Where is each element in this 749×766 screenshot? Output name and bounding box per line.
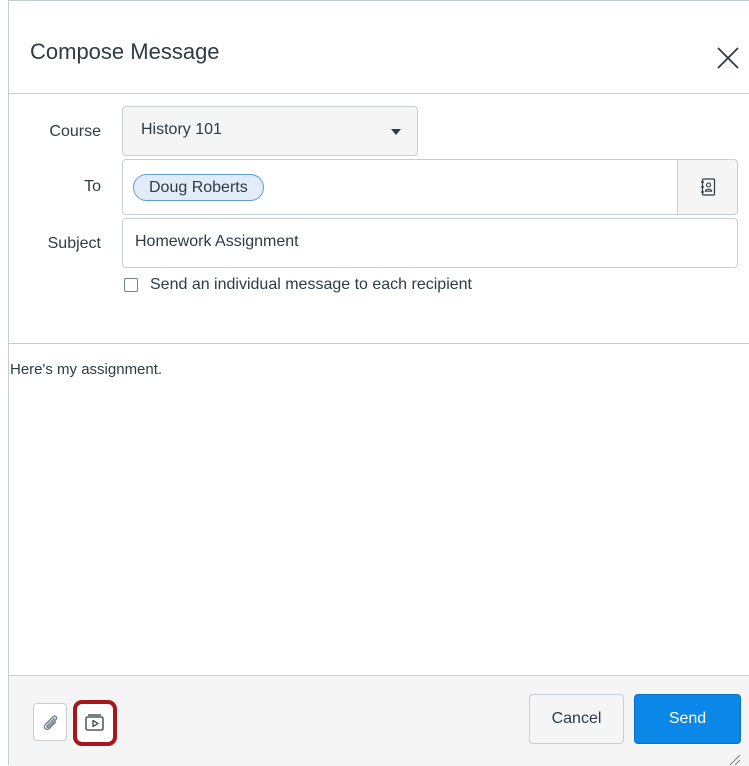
subject-input[interactable]: Homework Assignment bbox=[122, 218, 738, 268]
chevron-down-icon bbox=[391, 129, 401, 135]
address-book-icon bbox=[701, 178, 716, 196]
address-book-button[interactable] bbox=[677, 159, 738, 215]
to-label: To bbox=[84, 178, 101, 195]
dialog-title: Compose Message bbox=[30, 39, 220, 64]
attach-file-button[interactable] bbox=[33, 703, 67, 741]
media-comment-button[interactable] bbox=[73, 700, 117, 746]
close-icon[interactable] bbox=[716, 46, 740, 70]
message-body[interactable]: Here's my assignment. bbox=[10, 361, 162, 378]
resize-handle-icon[interactable] bbox=[728, 755, 740, 765]
subject-value: Homework Assignment bbox=[135, 233, 299, 250]
dialog-header: Compose Message bbox=[9, 1, 749, 94]
divider bbox=[9, 343, 749, 344]
individual-message-checkbox[interactable] bbox=[124, 278, 138, 292]
individual-message-label: Send an individual message to each recip… bbox=[150, 276, 472, 293]
compose-message-dialog: Compose Message Course History 101 To Do… bbox=[8, 0, 749, 766]
recipient-token[interactable]: Doug Roberts bbox=[133, 174, 264, 201]
recipients-input[interactable]: Doug Roberts bbox=[122, 159, 678, 215]
course-selected-value: History 101 bbox=[141, 121, 222, 138]
course-select[interactable]: History 101 bbox=[122, 106, 418, 156]
media-icon bbox=[85, 714, 104, 731]
dialog-footer: Cancel Send bbox=[9, 675, 749, 766]
paperclip-icon bbox=[43, 715, 58, 731]
subject-label: Subject bbox=[47, 235, 101, 252]
cancel-button[interactable]: Cancel bbox=[529, 694, 624, 744]
course-label: Course bbox=[49, 123, 101, 140]
send-button[interactable]: Send bbox=[634, 694, 741, 744]
